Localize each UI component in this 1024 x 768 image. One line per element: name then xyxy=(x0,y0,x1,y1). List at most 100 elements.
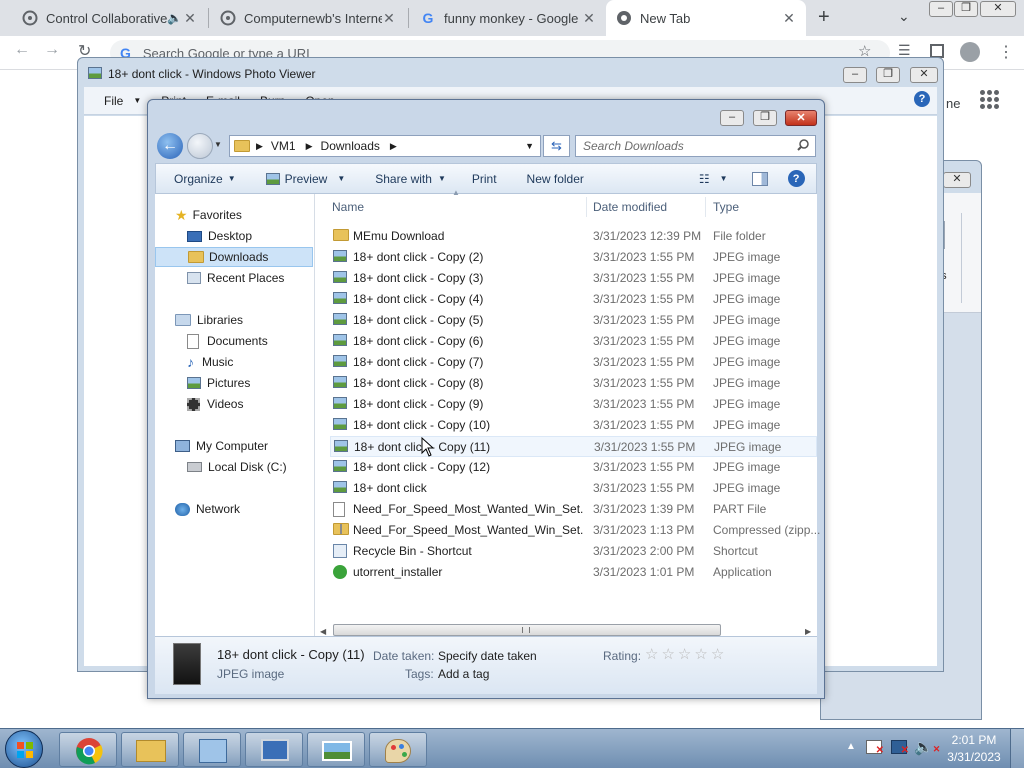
taskbar-photo-viewer-button[interactable] xyxy=(307,732,365,767)
column-header-name[interactable]: Name xyxy=(332,194,587,220)
search-icon[interactable] xyxy=(797,138,809,154)
rating-star-icon[interactable]: ☆ xyxy=(661,645,674,663)
change-view-icon[interactable]: ☷ ▼ xyxy=(699,172,728,186)
scroll-right-icon[interactable]: ▶ xyxy=(805,627,811,636)
scroll-left-icon[interactable]: ◀ xyxy=(320,627,326,636)
explorer-maximize-button[interactable]: ❐ xyxy=(753,110,777,126)
file-row[interactable]: 18+ dont click - Copy (6) 3/31/2023 1:55 … xyxy=(330,331,817,352)
rating-star-icon[interactable]: ☆ xyxy=(678,645,691,663)
show-desktop-button[interactable] xyxy=(1010,729,1024,768)
file-row[interactable]: 18+ dont click - Copy (3) 3/31/2023 1:55 … xyxy=(330,268,817,289)
nav-local-disk[interactable]: Local Disk (C:) xyxy=(155,457,313,477)
browser-minimize-button[interactable]: – xyxy=(929,1,953,17)
nav-documents[interactable]: Documents xyxy=(155,331,313,351)
speaker-icon[interactable]: 🔈 xyxy=(167,11,183,25)
scrollbar-thumb[interactable] xyxy=(333,624,721,636)
browser-tab-1[interactable]: Control Collaborative 🔈 ✕ xyxy=(12,0,207,36)
network-tray-icon[interactable]: ✕ xyxy=(891,740,909,756)
close-tab-icon[interactable]: ✕ xyxy=(382,10,396,27)
column-header-date[interactable]: Date modified xyxy=(593,194,705,220)
close-tab-icon[interactable]: ✕ xyxy=(582,10,596,27)
browser-maximize-button[interactable]: ❐ xyxy=(954,1,978,17)
new-folder-button[interactable]: New folder xyxy=(527,172,584,186)
nav-downloads[interactable]: Downloads xyxy=(155,247,313,267)
address-dropdown-icon[interactable]: ▼ xyxy=(525,141,534,151)
file-row[interactable]: 18+ dont click - Copy (5) 3/31/2023 1:55 … xyxy=(330,310,817,331)
file-row[interactable]: 18+ dont click - Copy (7) 3/31/2023 1:55 … xyxy=(330,352,817,373)
share-with-button[interactable]: Share with ▼ xyxy=(375,172,446,186)
file-row[interactable]: utorrent_installer 3/31/2023 1:01 PM Appli… xyxy=(330,562,817,583)
file-row[interactable]: 18+ dont click - Copy (9) 3/31/2023 1:55 … xyxy=(330,394,817,415)
breadcrumb-downloads[interactable]: Downloads xyxy=(321,139,380,153)
preview-button[interactable]: Preview ▼ xyxy=(265,172,345,186)
taskbar-chrome-button[interactable] xyxy=(59,732,117,767)
explorer-close-button[interactable]: ✕ xyxy=(785,110,817,126)
action-center-flag-icon[interactable]: ✕ xyxy=(866,740,884,756)
forward-button[interactable] xyxy=(187,133,213,159)
nav-pictures[interactable]: Pictures xyxy=(155,373,313,393)
side-panel-icon[interactable] xyxy=(930,44,944,58)
menu-file[interactable]: File xyxy=(104,94,123,108)
taskbar-computer-button[interactable] xyxy=(245,732,303,767)
print-button[interactable]: Print xyxy=(472,172,497,186)
browser-tab-3[interactable]: G funny monkey - Google S ✕ xyxy=(410,0,606,36)
file-row[interactable]: 18+ dont click - Copy (12) 3/31/2023 1:55… xyxy=(330,457,817,478)
nav-videos[interactable]: Videos xyxy=(155,394,313,414)
date-taken-value[interactable]: Specify date taken xyxy=(438,649,537,663)
file-row[interactable]: MEmu Download 3/31/2023 12:39 PM File fold… xyxy=(330,226,817,247)
photo-viewer-maximize-button[interactable]: ❐ xyxy=(876,67,900,83)
file-row[interactable]: Recycle Bin - Shortcut 3/31/2023 2:00 PM S… xyxy=(330,541,817,562)
organize-button[interactable]: Organize ▼ xyxy=(174,172,236,186)
tags-value[interactable]: Add a tag xyxy=(438,667,489,681)
apps-grid-icon[interactable] xyxy=(980,90,999,109)
nav-my-computer[interactable]: My Computer xyxy=(155,436,313,456)
show-hidden-icons-icon[interactable]: ▲ xyxy=(846,741,856,752)
file-row[interactable]: 18+ dont click - Copy (8) 3/31/2023 1:55 … xyxy=(330,373,817,394)
browser-tab-2[interactable]: Computernewb's Internet ✕ xyxy=(210,0,406,36)
photo-viewer-close-button[interactable]: ✕ xyxy=(910,67,938,83)
search-box[interactable]: Search Downloads xyxy=(575,135,816,157)
back-arrow-icon[interactable]: ← xyxy=(14,41,30,59)
rating-star-icon[interactable]: ☆ xyxy=(645,645,658,663)
address-bar[interactable]: ▶ VM1 ▶ Downloads ▶ ▼ xyxy=(229,135,541,157)
new-tab-button[interactable]: + xyxy=(818,6,830,29)
nav-libraries[interactable]: Libraries xyxy=(155,310,313,330)
rating-stars[interactable]: ☆ ☆ ☆ ☆ ☆ xyxy=(645,645,727,663)
nav-network[interactable]: Network xyxy=(155,499,313,519)
taskbar-control-panel-button[interactable] xyxy=(183,732,241,767)
file-row[interactable]: Need_For_Speed_Most_Wanted_Win_Set... 3/3… xyxy=(330,520,820,541)
back-button[interactable]: ← xyxy=(157,133,183,159)
breadcrumb-vm1[interactable]: VM1 xyxy=(271,139,296,153)
paint-close-button[interactable]: ✕ xyxy=(943,172,971,188)
nav-desktop[interactable]: Desktop xyxy=(155,226,313,246)
chrome-menu-icon[interactable]: ⋮ xyxy=(998,42,1014,62)
tab-search-chevron-icon[interactable]: ⌄ xyxy=(898,8,910,25)
close-tab-icon[interactable]: ✕ xyxy=(183,10,197,27)
file-row[interactable]: 18+ dont click - Copy (10) 3/31/2023 1:55… xyxy=(330,415,817,436)
help-icon[interactable]: ? xyxy=(787,170,805,187)
rating-star-icon[interactable]: ☆ xyxy=(711,645,724,663)
file-row[interactable]: 18+ dont click - Copy (11) 3/31/2023 1:55… xyxy=(330,436,817,457)
clock-time[interactable]: 2:01 PM xyxy=(946,733,1002,747)
recent-pages-chevron-icon[interactable]: ▼ xyxy=(214,140,222,149)
help-icon[interactable]: ? xyxy=(914,91,930,107)
explorer-minimize-button[interactable]: – xyxy=(720,110,744,126)
photo-viewer-minimize-button[interactable]: – xyxy=(843,67,867,83)
clock-date[interactable]: 3/31/2023 xyxy=(942,750,1006,764)
profile-avatar-icon[interactable] xyxy=(960,42,980,62)
file-row[interactable]: Need_For_Speed_Most_Wanted_Win_Set... 3/3… xyxy=(330,499,817,520)
file-row[interactable]: 18+ dont click 3/31/2023 1:55 PM JPEG imag… xyxy=(330,478,817,499)
taskbar-paint-button[interactable] xyxy=(369,732,427,767)
refresh-icon[interactable]: ⇆ xyxy=(543,135,570,157)
preview-pane-icon[interactable] xyxy=(751,171,768,186)
column-header-type[interactable]: Type xyxy=(713,194,813,220)
volume-muted-icon[interactable]: 🔈✕ xyxy=(914,738,940,756)
rating-star-icon[interactable]: ☆ xyxy=(694,645,707,663)
nav-recent-places[interactable]: Recent Places xyxy=(155,268,313,288)
close-tab-icon[interactable]: ✕ xyxy=(782,10,796,27)
start-button[interactable] xyxy=(5,730,43,768)
nav-favorites[interactable]: ★ Favorites xyxy=(155,205,313,225)
taskbar-explorer-button[interactable] xyxy=(121,732,179,767)
nav-music[interactable]: ♪ Music xyxy=(155,352,313,372)
file-row[interactable]: 18+ dont click - Copy (2) 3/31/2023 1:55 … xyxy=(330,247,817,268)
